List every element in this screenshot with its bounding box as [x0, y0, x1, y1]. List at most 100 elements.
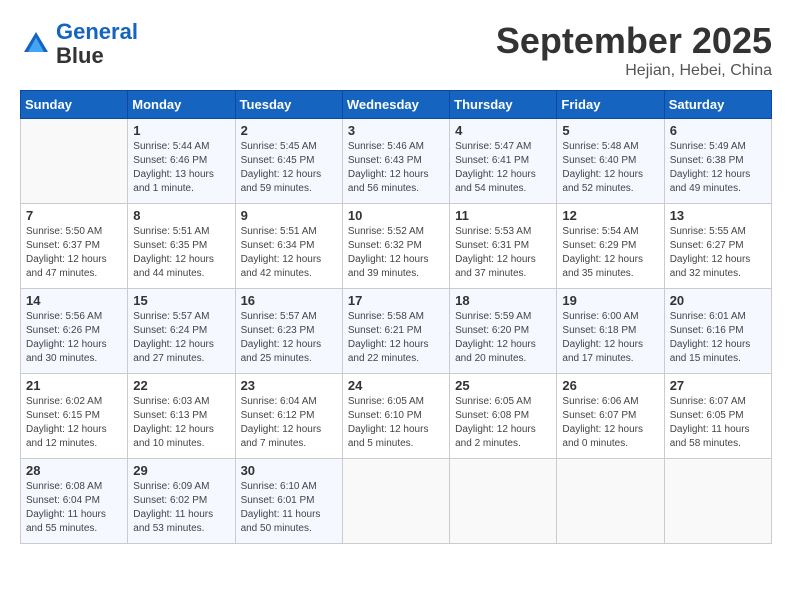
logo-line1: General	[56, 19, 138, 44]
day-cell: 28 Sunrise: 6:08 AM Sunset: 6:04 PM Dayli…	[21, 459, 128, 544]
day-info: Sunrise: 5:49 AM Sunset: 6:38 PM Dayligh…	[670, 140, 766, 196]
day-number: 8	[133, 208, 229, 223]
day-cell: 19Sunrise: 6:00 AM Sunset: 6:18 PM Dayli…	[557, 289, 664, 374]
day-info: Sunrise: 6:06 AM Sunset: 6:07 PM Dayligh…	[562, 395, 658, 451]
day-info: Sunrise: 6:02 AM Sunset: 6:15 PM Dayligh…	[26, 395, 122, 451]
day-cell: 23 Sunrise: 6:04 AM Sunset: 6:12 PM Dayli…	[235, 374, 342, 459]
day-cell: 8 Sunrise: 5:51 AM Sunset: 6:35 PM Daylig…	[128, 204, 235, 289]
day-number: 13	[670, 208, 766, 223]
week-row-2: 7Sunrise: 5:50 AM Sunset: 6:37 PM Daylig…	[21, 204, 772, 289]
day-info: Sunrise: 5:51 AM Sunset: 6:34 PM Dayligh…	[241, 225, 337, 281]
day-number: 30	[241, 463, 337, 478]
day-number: 18	[455, 293, 551, 308]
day-number: 15	[133, 293, 229, 308]
day-cell: 25 Sunrise: 6:05 AM Sunset: 6:08 PM Dayli…	[450, 374, 557, 459]
day-number: 1	[133, 123, 229, 138]
day-info: Sunrise: 5:54 AM Sunset: 6:29 PM Dayligh…	[562, 225, 658, 281]
day-number: 10	[348, 208, 444, 223]
day-info: Sunrise: 6:10 AM Sunset: 6:01 PM Dayligh…	[241, 480, 337, 536]
day-cell: 12 Sunrise: 5:54 AM Sunset: 6:29 PM Dayli…	[557, 204, 664, 289]
day-number: 6	[670, 123, 766, 138]
day-info: Sunrise: 6:08 AM Sunset: 6:04 PM Dayligh…	[26, 480, 122, 536]
weekday-saturday: Saturday	[664, 91, 771, 119]
day-cell: 7Sunrise: 5:50 AM Sunset: 6:37 PM Daylig…	[21, 204, 128, 289]
month-title: September 2025	[496, 20, 772, 62]
week-row-1: 1 Sunrise: 5:44 AM Sunset: 6:46 PM Daylig…	[21, 119, 772, 204]
day-cell	[557, 459, 664, 544]
day-cell: 6 Sunrise: 5:49 AM Sunset: 6:38 PM Daylig…	[664, 119, 771, 204]
logo-line2: Blue	[56, 44, 138, 68]
week-row-3: 14 Sunrise: 5:56 AM Sunset: 6:26 PM Dayli…	[21, 289, 772, 374]
day-cell: 13 Sunrise: 5:55 AM Sunset: 6:27 PM Dayli…	[664, 204, 771, 289]
day-cell: 3Sunrise: 5:46 AM Sunset: 6:43 PM Daylig…	[342, 119, 449, 204]
day-info: Sunrise: 6:05 AM Sunset: 6:08 PM Dayligh…	[455, 395, 551, 451]
day-number: 20	[670, 293, 766, 308]
day-cell: 26 Sunrise: 6:06 AM Sunset: 6:07 PM Dayli…	[557, 374, 664, 459]
location: Hejian, Hebei, China	[496, 62, 772, 80]
day-cell: 15 Sunrise: 5:57 AM Sunset: 6:24 PM Dayli…	[128, 289, 235, 374]
day-info: Sunrise: 5:45 AM Sunset: 6:45 PM Dayligh…	[241, 140, 337, 196]
day-cell	[342, 459, 449, 544]
day-cell: 17 Sunrise: 5:58 AM Sunset: 6:21 PM Dayli…	[342, 289, 449, 374]
day-cell: 16Sunrise: 5:57 AM Sunset: 6:23 PM Dayli…	[235, 289, 342, 374]
day-info: Sunrise: 5:58 AM Sunset: 6:21 PM Dayligh…	[348, 310, 444, 366]
day-info: Sunrise: 6:05 AM Sunset: 6:10 PM Dayligh…	[348, 395, 444, 451]
weekday-tuesday: Tuesday	[235, 91, 342, 119]
logo-icon	[20, 28, 52, 60]
day-cell	[664, 459, 771, 544]
calendar-body: 1 Sunrise: 5:44 AM Sunset: 6:46 PM Daylig…	[21, 119, 772, 544]
week-row-4: 21 Sunrise: 6:02 AM Sunset: 6:15 PM Dayli…	[21, 374, 772, 459]
day-number: 9	[241, 208, 337, 223]
day-info: Sunrise: 5:59 AM Sunset: 6:20 PM Dayligh…	[455, 310, 551, 366]
day-number: 23	[241, 378, 337, 393]
day-cell: 14 Sunrise: 5:56 AM Sunset: 6:26 PM Dayli…	[21, 289, 128, 374]
day-number: 16	[241, 293, 337, 308]
day-number: 5	[562, 123, 658, 138]
day-info: Sunrise: 5:57 AM Sunset: 6:24 PM Dayligh…	[133, 310, 229, 366]
day-info: Sunrise: 5:48 AM Sunset: 6:40 PM Dayligh…	[562, 140, 658, 196]
weekday-friday: Friday	[557, 91, 664, 119]
day-number: 12	[562, 208, 658, 223]
day-cell: 29Sunrise: 6:09 AM Sunset: 6:02 PM Dayli…	[128, 459, 235, 544]
day-info: Sunrise: 6:09 AM Sunset: 6:02 PM Dayligh…	[133, 480, 229, 536]
weekday-sunday: Sunday	[21, 91, 128, 119]
day-number: 21	[26, 378, 122, 393]
day-number: 4	[455, 123, 551, 138]
day-info: Sunrise: 5:47 AM Sunset: 6:41 PM Dayligh…	[455, 140, 551, 196]
day-cell: 2Sunrise: 5:45 AM Sunset: 6:45 PM Daylig…	[235, 119, 342, 204]
day-info: Sunrise: 5:46 AM Sunset: 6:43 PM Dayligh…	[348, 140, 444, 196]
day-cell	[21, 119, 128, 204]
calendar-table: SundayMondayTuesdayWednesdayThursdayFrid…	[20, 90, 772, 544]
weekday-header-row: SundayMondayTuesdayWednesdayThursdayFrid…	[21, 91, 772, 119]
day-info: Sunrise: 5:44 AM Sunset: 6:46 PM Dayligh…	[133, 140, 229, 196]
day-info: Sunrise: 5:53 AM Sunset: 6:31 PM Dayligh…	[455, 225, 551, 281]
day-info: Sunrise: 5:56 AM Sunset: 6:26 PM Dayligh…	[26, 310, 122, 366]
week-row-5: 28 Sunrise: 6:08 AM Sunset: 6:04 PM Dayli…	[21, 459, 772, 544]
day-number: 24	[348, 378, 444, 393]
day-info: Sunrise: 6:07 AM Sunset: 6:05 PM Dayligh…	[670, 395, 766, 451]
day-cell: 30 Sunrise: 6:10 AM Sunset: 6:01 PM Dayli…	[235, 459, 342, 544]
day-cell: 10Sunrise: 5:52 AM Sunset: 6:32 PM Dayli…	[342, 204, 449, 289]
weekday-thursday: Thursday	[450, 91, 557, 119]
day-info: Sunrise: 5:51 AM Sunset: 6:35 PM Dayligh…	[133, 225, 229, 281]
day-cell: 5 Sunrise: 5:48 AM Sunset: 6:40 PM Daylig…	[557, 119, 664, 204]
weekday-wednesday: Wednesday	[342, 91, 449, 119]
day-number: 26	[562, 378, 658, 393]
day-info: Sunrise: 6:04 AM Sunset: 6:12 PM Dayligh…	[241, 395, 337, 451]
day-number: 28	[26, 463, 122, 478]
day-info: Sunrise: 5:50 AM Sunset: 6:37 PM Dayligh…	[26, 225, 122, 281]
day-cell: 20Sunrise: 6:01 AM Sunset: 6:16 PM Dayli…	[664, 289, 771, 374]
day-info: Sunrise: 5:55 AM Sunset: 6:27 PM Dayligh…	[670, 225, 766, 281]
day-cell: 11 Sunrise: 5:53 AM Sunset: 6:31 PM Dayli…	[450, 204, 557, 289]
day-number: 14	[26, 293, 122, 308]
day-cell: 27Sunrise: 6:07 AM Sunset: 6:05 PM Dayli…	[664, 374, 771, 459]
day-number: 17	[348, 293, 444, 308]
day-number: 25	[455, 378, 551, 393]
day-cell: 22Sunrise: 6:03 AM Sunset: 6:13 PM Dayli…	[128, 374, 235, 459]
day-number: 11	[455, 208, 551, 223]
weekday-monday: Monday	[128, 91, 235, 119]
logo-text: General Blue	[56, 20, 138, 68]
day-cell: 4 Sunrise: 5:47 AM Sunset: 6:41 PM Daylig…	[450, 119, 557, 204]
logo: General Blue	[20, 20, 138, 68]
day-cell: 18 Sunrise: 5:59 AM Sunset: 6:20 PM Dayli…	[450, 289, 557, 374]
